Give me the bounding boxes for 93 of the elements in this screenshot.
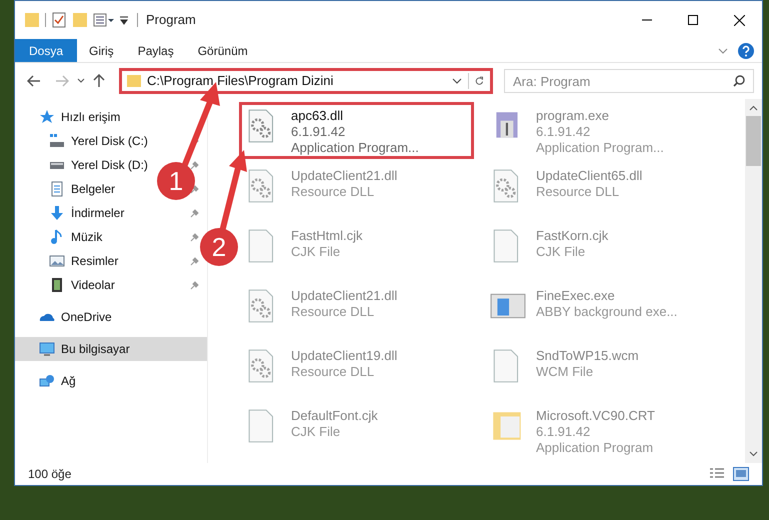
file-item[interactable]: FastHtml.cjk CJK File xyxy=(239,222,474,279)
file-item[interactable]: program.exe 6.1.91.42 Application Program... xyxy=(484,102,719,159)
close-icon xyxy=(734,14,744,26)
sidebar-item[interactable]: Belgeler xyxy=(49,180,116,198)
window-title: Program xyxy=(146,11,196,30)
file-detail: Application Program... xyxy=(291,140,419,156)
file-name: Microsoft.VC90.CRT xyxy=(536,408,655,424)
file-name: UpdateClient21.dll xyxy=(291,288,398,304)
sidebar-item[interactable]: Resimler xyxy=(49,252,118,270)
picture-icon xyxy=(49,253,65,269)
sidebar-item[interactable]: Müzik xyxy=(49,228,102,246)
pin-icon[interactable] xyxy=(190,184,199,194)
help-icon[interactable] xyxy=(738,42,754,58)
search-icon xyxy=(733,75,745,87)
file-name: program.exe xyxy=(536,108,610,124)
file-detail: Resource DLL xyxy=(536,184,620,200)
folder-icon xyxy=(25,12,39,28)
address-bar[interactable]: C:\Program Files\Program Dizini xyxy=(119,68,493,94)
pin-icon[interactable] xyxy=(190,160,199,170)
file-item[interactable]: UpdateClient21.dll Resource DLL xyxy=(239,162,474,219)
ribbon-tab[interactable]: Dosya xyxy=(15,39,78,62)
film-strip-icon xyxy=(49,277,65,293)
file-detail: Resource DLL xyxy=(291,304,376,320)
file-item[interactable]: FineExec.exe ABBY background exe... xyxy=(484,282,719,339)
large-icons-view-icon[interactable] xyxy=(733,467,749,481)
dropdown-caret-icon[interactable] xyxy=(452,78,462,84)
sidebar-item[interactable]: Ağ xyxy=(39,372,76,390)
pin-icon[interactable] xyxy=(190,208,199,218)
sidebar-item[interactable]: Yerel Disk (C:) xyxy=(49,132,148,150)
ribbon-tab[interactable]: Görünüm xyxy=(186,39,260,62)
scrollbar[interactable] xyxy=(745,99,762,463)
chevron-icon[interactable] xyxy=(718,46,728,54)
file-detail: CJK File xyxy=(291,424,342,440)
ribbon-tab[interactable]: Giriş xyxy=(77,39,126,62)
sidebar-item[interactable]: Videolar xyxy=(49,276,115,294)
monitor-icon xyxy=(39,341,55,357)
file-detail: Resource DLL xyxy=(291,184,376,200)
properties-icon[interactable] xyxy=(93,12,115,28)
file-item[interactable]: UpdateClient19.dll Resource DLL xyxy=(239,342,474,399)
item-count: 100 öğe xyxy=(28,466,72,483)
file-item[interactable]: FastKorn.cjk CJK File xyxy=(484,222,719,279)
file-name: FastHtml.cjk xyxy=(291,228,362,244)
sidebar-item[interactable]: İndirmeler xyxy=(49,204,124,222)
network-icon xyxy=(39,373,55,389)
file-item[interactable]: DefaultFont.cjk CJK File xyxy=(239,402,474,459)
file-detail: ABBY background exe... xyxy=(536,304,678,320)
file-item[interactable]: SndToWP15.wcm WCM File xyxy=(484,342,719,399)
file-detail: CJK File xyxy=(536,244,586,260)
search-field[interactable]: Ara: Program xyxy=(504,69,754,93)
file-name: SndToWP15.wcm xyxy=(536,348,639,364)
file-item[interactable]: UpdateClient21.dll Resource DLL xyxy=(239,282,474,339)
scroll-up-icon[interactable] xyxy=(749,105,758,111)
file-item[interactable]: UpdateClient65.dll Resource DLL xyxy=(484,162,719,219)
sidebar-item[interactable]: Bu bilgisayar xyxy=(39,340,130,358)
recent-caret-icon[interactable] xyxy=(77,78,85,84)
minimize-icon xyxy=(642,19,652,21)
file-detail: Application Program xyxy=(536,440,654,456)
pin-icon[interactable] xyxy=(190,280,199,290)
file-item[interactable]: apc63.dll 6.1.91.42 Application Program... xyxy=(239,102,474,159)
file-detail: 6.1.91.42 xyxy=(291,124,346,140)
checklist-icon[interactable] xyxy=(52,12,67,28)
file-name: apc63.dll xyxy=(291,108,344,124)
folder-icon xyxy=(127,74,141,88)
file-detail: 6.1.91.42 xyxy=(536,124,592,140)
file-name: UpdateClient65.dll xyxy=(536,168,642,184)
ribbon-tab[interactable]: Paylaş xyxy=(126,39,186,62)
document-icon xyxy=(49,181,65,197)
file-name: FineExec.exe xyxy=(536,288,616,304)
download-arrow-icon xyxy=(49,205,65,221)
up-arrow-icon[interactable] xyxy=(93,74,105,88)
file-item[interactable]: Microsoft.VC90.CRT 6.1.91.42 Application Program xyxy=(484,402,719,459)
drive-icon xyxy=(49,133,65,149)
sidebar-item[interactable]: OneDrive xyxy=(39,308,112,326)
customize-caret-icon[interactable] xyxy=(119,15,129,25)
file-name: FastKorn.cjk xyxy=(536,228,608,244)
file-detail: 6.1.91.42 xyxy=(536,424,592,440)
scroll-thumb[interactable] xyxy=(746,116,761,166)
pin-icon[interactable] xyxy=(190,256,199,266)
file-detail: WCM File xyxy=(536,364,594,380)
maximize-icon xyxy=(688,15,698,25)
file-name: UpdateClient21.dll xyxy=(291,168,398,184)
scroll-down-icon[interactable] xyxy=(749,451,758,457)
address-path: C:\Program Files\Program Dizini xyxy=(147,72,334,90)
file-detail: Application Program... xyxy=(536,140,664,156)
pin-icon[interactable] xyxy=(190,232,199,242)
file-detail: CJK File xyxy=(291,244,342,260)
back-arrow-icon[interactable] xyxy=(27,75,41,87)
sidebar-item[interactable]: Hızlı erişim xyxy=(39,108,120,126)
star-icon xyxy=(39,109,55,125)
sidebar-item[interactable]: Yerel Disk (D:) xyxy=(49,156,148,174)
file-name: DefaultFont.cjk xyxy=(291,408,378,424)
file-name: UpdateClient19.dll xyxy=(291,348,398,364)
file-detail: Resource DLL xyxy=(291,364,376,380)
